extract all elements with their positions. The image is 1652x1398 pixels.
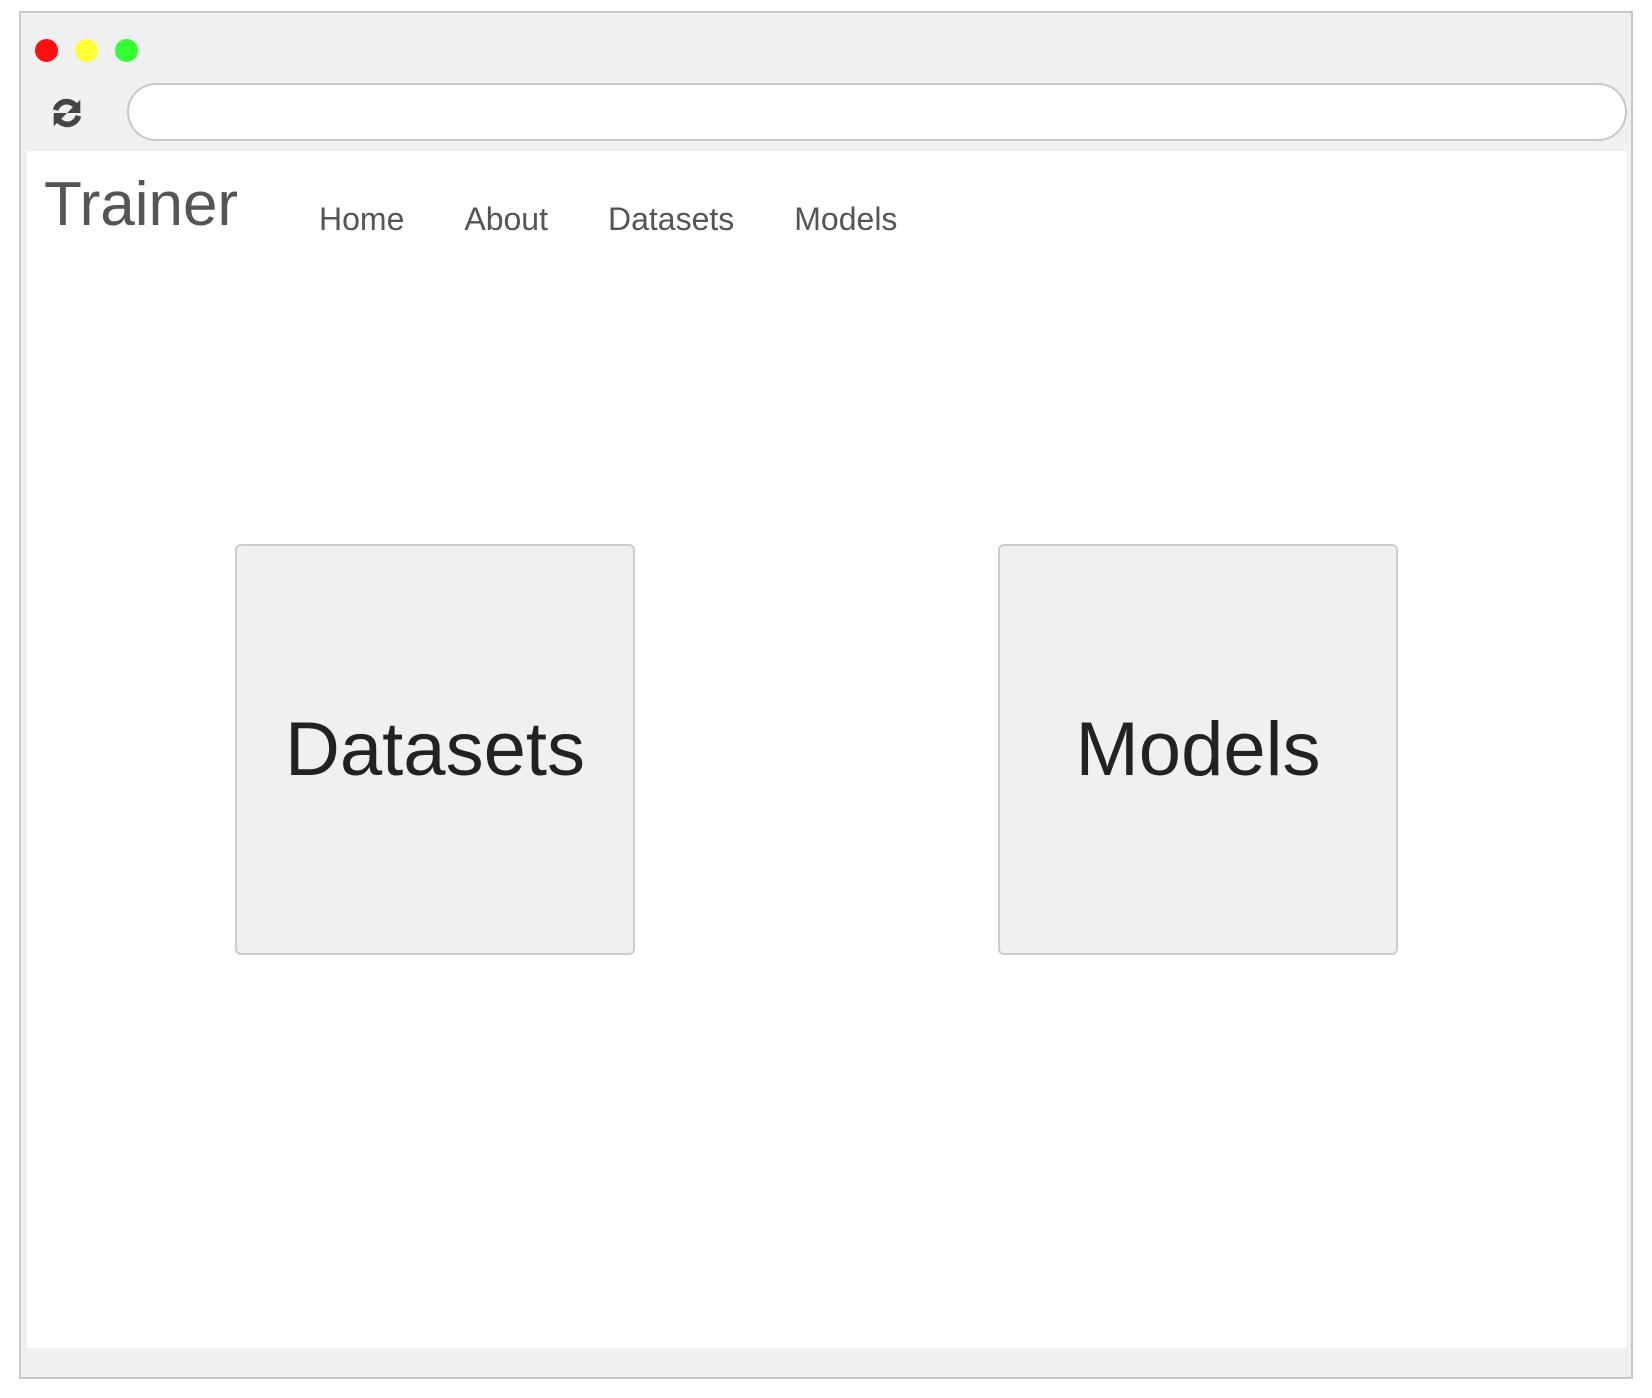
refresh-icon xyxy=(52,98,82,128)
minimize-window-button[interactable] xyxy=(75,39,98,62)
address-bar[interactable] xyxy=(127,83,1627,141)
window-controls xyxy=(35,39,138,62)
maximize-window-button[interactable] xyxy=(115,39,138,62)
nav-link-about[interactable]: About xyxy=(464,201,548,238)
browser-window: Trainer Home About Datasets Models Datas… xyxy=(19,11,1633,1379)
page-viewport: Trainer Home About Datasets Models Datas… xyxy=(27,151,1627,1348)
nav-link-home[interactable]: Home xyxy=(319,201,404,238)
nav-link-models[interactable]: Models xyxy=(794,201,897,238)
models-card[interactable]: Models xyxy=(998,544,1398,955)
reload-button[interactable] xyxy=(47,93,87,133)
datasets-card[interactable]: Datasets xyxy=(235,544,635,955)
brand-title: Trainer xyxy=(44,170,239,239)
close-window-button[interactable] xyxy=(35,39,58,62)
nav-link-datasets[interactable]: Datasets xyxy=(608,201,734,238)
main-nav: Home About Datasets Models xyxy=(319,201,957,238)
datasets-card-label: Datasets xyxy=(285,707,585,792)
models-card-label: Models xyxy=(1075,707,1321,792)
